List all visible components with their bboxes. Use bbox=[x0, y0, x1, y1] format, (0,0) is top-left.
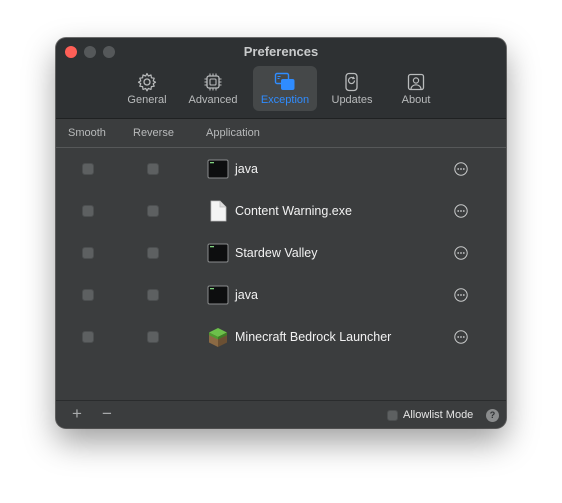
reverse-checkbox[interactable] bbox=[147, 205, 159, 217]
reverse-checkbox[interactable] bbox=[147, 247, 159, 259]
column-header-reverse[interactable]: Reverse bbox=[133, 127, 174, 139]
more-options-icon[interactable] bbox=[454, 330, 468, 344]
allowlist-mode-label[interactable]: Allowlist Mode bbox=[403, 409, 473, 421]
tab-advanced[interactable]: Advanced bbox=[181, 66, 245, 111]
tab-updates-label: Updates bbox=[331, 94, 373, 106]
reverse-checkbox[interactable] bbox=[147, 289, 159, 301]
more-options-icon[interactable] bbox=[454, 204, 468, 218]
table-row[interactable]: Stardew Valley bbox=[56, 232, 506, 274]
tab-exception-label: Exception bbox=[260, 94, 310, 106]
smooth-checkbox[interactable] bbox=[82, 289, 94, 301]
app-name: java bbox=[235, 288, 258, 302]
minecraft-grass-block-icon bbox=[209, 328, 227, 347]
app-name: Minecraft Bedrock Launcher bbox=[235, 330, 392, 344]
allowlist-mode-checkbox[interactable] bbox=[387, 410, 398, 421]
table-row[interactable]: java bbox=[56, 274, 506, 316]
chip-icon bbox=[204, 73, 222, 91]
smooth-checkbox[interactable] bbox=[82, 331, 94, 343]
terminal-icon bbox=[207, 159, 229, 179]
table-row[interactable]: Content Warning.exe bbox=[56, 190, 506, 232]
smooth-checkbox[interactable] bbox=[82, 205, 94, 217]
tab-general[interactable]: General bbox=[115, 66, 179, 111]
toolbar: Preferences General Advanced Exception U… bbox=[56, 38, 506, 119]
update-icon bbox=[345, 72, 358, 92]
column-header-application[interactable]: Application bbox=[206, 127, 260, 139]
column-header-smooth[interactable]: Smooth bbox=[68, 127, 106, 139]
document-icon bbox=[210, 200, 227, 222]
windows-icon bbox=[274, 72, 295, 90]
more-options-icon[interactable] bbox=[454, 288, 468, 302]
tab-exception[interactable]: Exception bbox=[253, 66, 317, 111]
app-name: Content Warning.exe bbox=[235, 204, 352, 218]
person-icon bbox=[407, 73, 425, 91]
more-options-icon[interactable] bbox=[454, 246, 468, 260]
tab-updates[interactable]: Updates bbox=[320, 66, 384, 111]
footer-bar: + − Allowlist Mode ? bbox=[56, 400, 506, 428]
tab-about-label: About bbox=[401, 94, 431, 106]
app-name: Stardew Valley bbox=[235, 246, 318, 260]
tab-advanced-label: Advanced bbox=[188, 94, 238, 106]
window-title: Preferences bbox=[243, 44, 319, 59]
table-row[interactable]: java bbox=[56, 148, 506, 190]
terminal-icon bbox=[207, 285, 229, 305]
app-name: java bbox=[235, 162, 258, 176]
smooth-checkbox[interactable] bbox=[82, 163, 94, 175]
table-row[interactable]: Minecraft Bedrock Launcher bbox=[56, 316, 506, 358]
preferences-window: Preferences General Advanced Exception U… bbox=[56, 38, 506, 428]
reverse-checkbox[interactable] bbox=[147, 331, 159, 343]
reverse-checkbox[interactable] bbox=[147, 163, 159, 175]
add-app-button[interactable]: + bbox=[72, 403, 82, 425]
smooth-checkbox[interactable] bbox=[82, 247, 94, 259]
help-button[interactable]: ? bbox=[486, 409, 499, 422]
gear-icon bbox=[137, 72, 157, 92]
terminal-icon bbox=[207, 243, 229, 263]
table-header: Smooth Reverse Application bbox=[56, 119, 506, 148]
tab-about[interactable]: About bbox=[384, 66, 448, 111]
remove-app-button[interactable]: − bbox=[102, 403, 112, 425]
more-options-icon[interactable] bbox=[454, 162, 468, 176]
tab-general-label: General bbox=[127, 94, 167, 106]
